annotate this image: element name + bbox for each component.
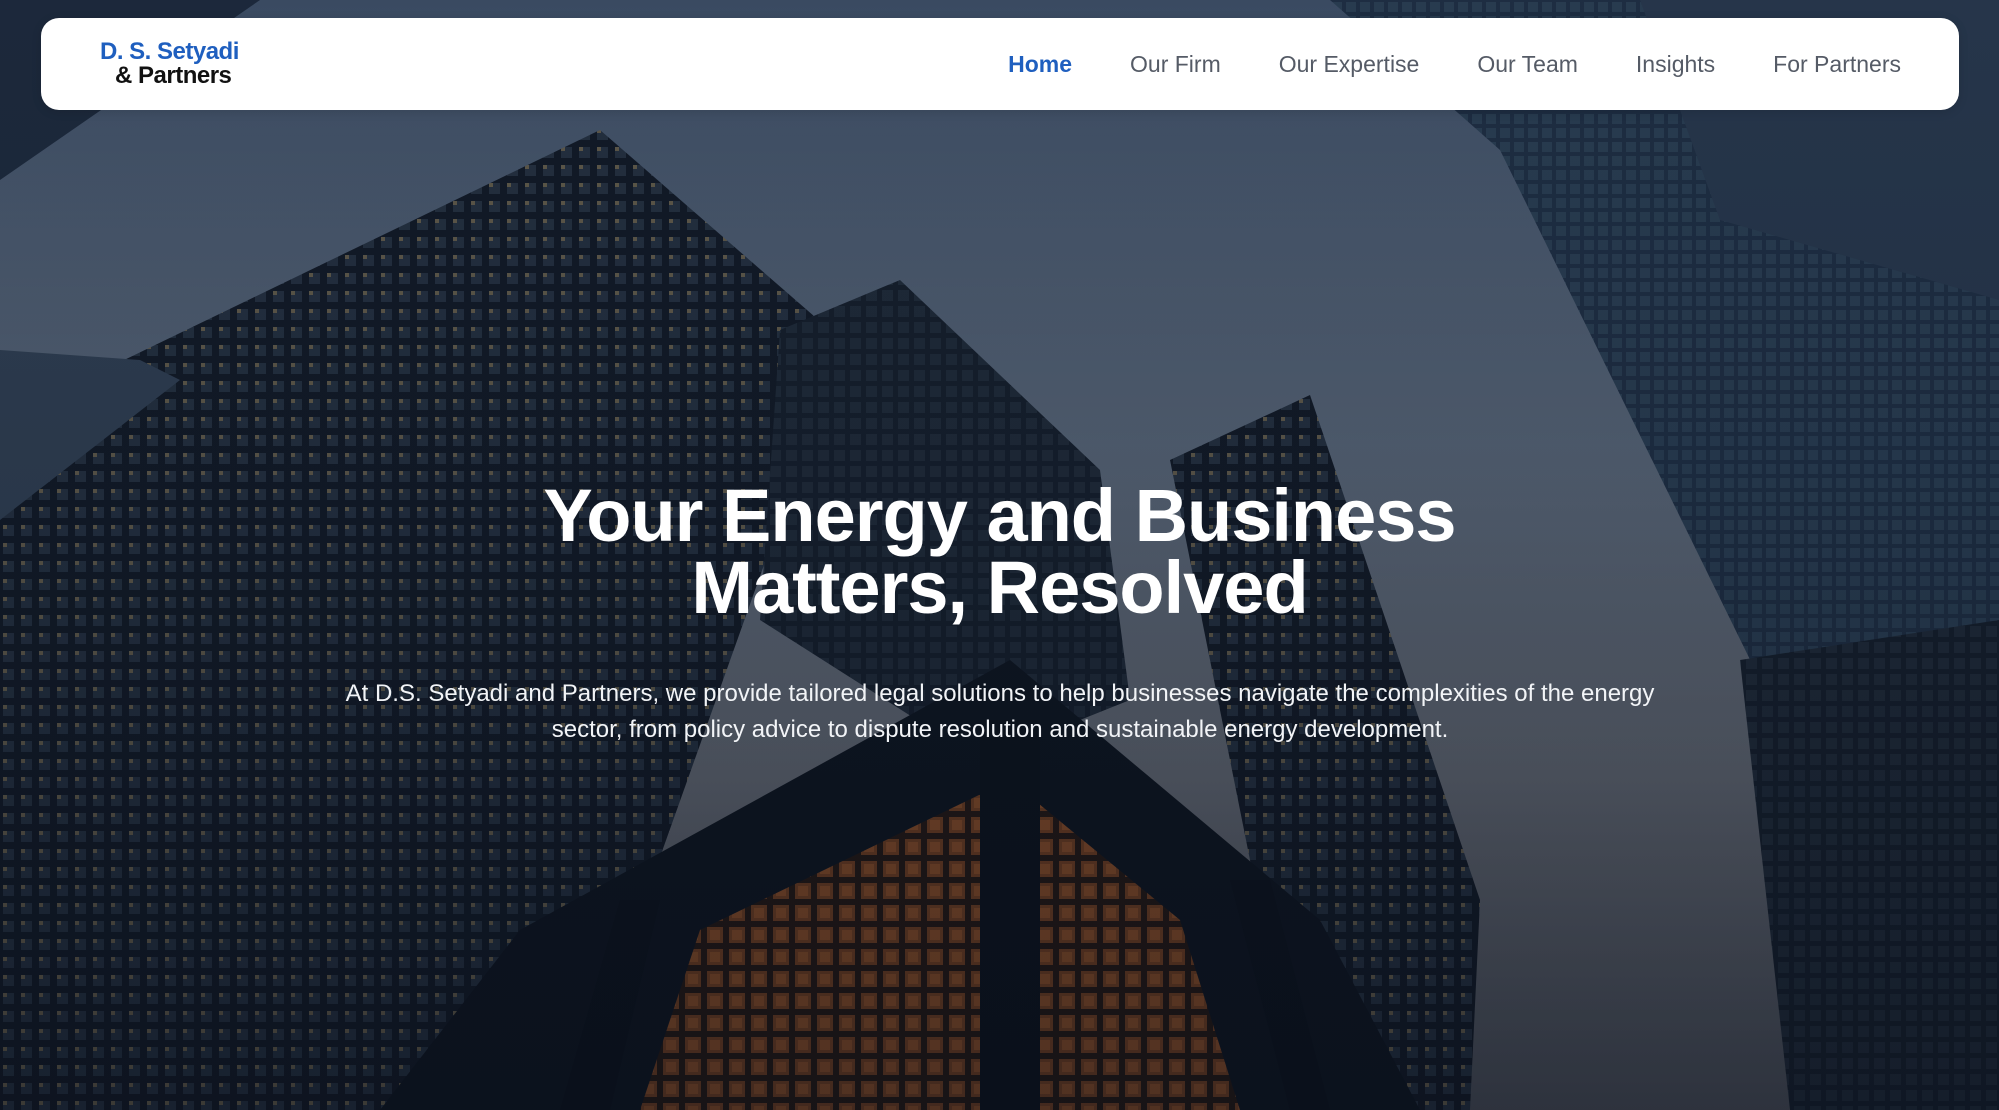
brand-logo[interactable]: D. S. Setyadi & Partners xyxy=(100,38,260,94)
main-nav: Home Our Firm Our Expertise Our Team Ins… xyxy=(950,18,1901,110)
nav-item-home[interactable]: Home xyxy=(1008,51,1072,78)
brand-logo-line-2: & Partners xyxy=(115,62,232,89)
hero-title-line-2: Matters, Resolved xyxy=(691,546,1308,629)
hero-title-line-1: Your Energy and Business xyxy=(543,474,1456,557)
nav-item-for-partners[interactable]: For Partners xyxy=(1773,51,1901,78)
nav-item-our-team[interactable]: Our Team xyxy=(1477,51,1578,78)
nav-item-insights[interactable]: Insights xyxy=(1636,51,1715,78)
top-navbar: D. S. Setyadi & Partners Home Our Firm O… xyxy=(41,18,1959,110)
nav-item-our-firm[interactable]: Our Firm xyxy=(1130,51,1221,78)
hero-title: Your Energy and Business Matters, Resolv… xyxy=(0,474,1999,629)
hero-section: Your Energy and Business Matters, Resolv… xyxy=(0,0,1999,1110)
hero-subtitle: At D.S. Setyadi and Partners, we provide… xyxy=(345,680,1655,743)
nav-item-our-expertise[interactable]: Our Expertise xyxy=(1279,51,1420,78)
